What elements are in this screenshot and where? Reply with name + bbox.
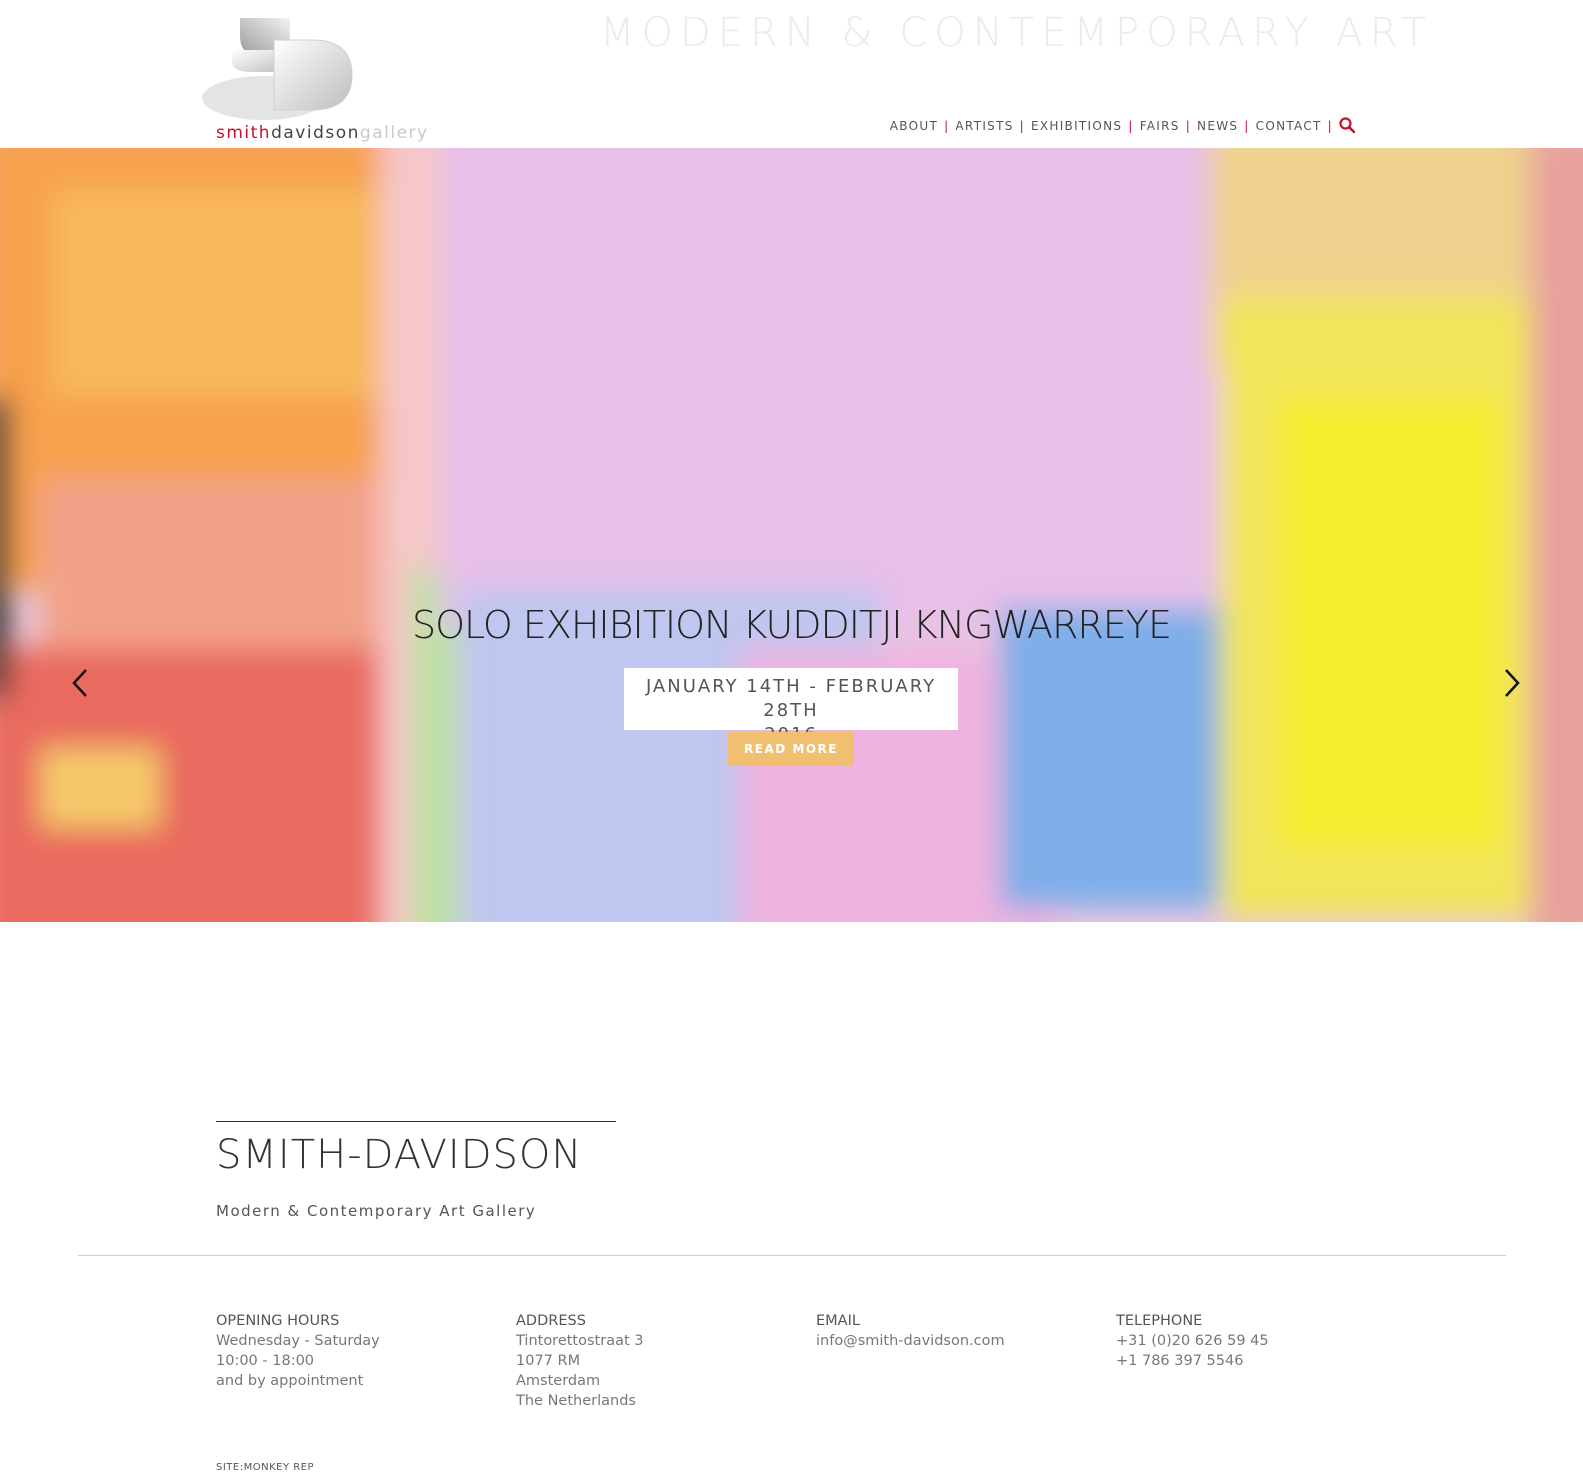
- logo-text-gallery: gallery: [359, 123, 429, 143]
- about-subtitle: Modern & Contemporary Art Gallery: [216, 1202, 537, 1220]
- read-more-button[interactable]: READ MORE: [728, 732, 854, 766]
- chevron-right-icon[interactable]: [1500, 666, 1524, 700]
- logo-text-smith: smith: [216, 123, 272, 143]
- address-line: Tintorettostraat 3: [516, 1333, 644, 1349]
- opening-hours-line: Wednesday - Saturday: [216, 1333, 380, 1349]
- telephone-line[interactable]: +1 786 397 5546: [1116, 1351, 1269, 1371]
- nav-fairs[interactable]: FAIRS: [1140, 119, 1180, 133]
- nav-exhibitions[interactable]: EXHIBITIONS: [1031, 119, 1122, 133]
- telephone-line[interactable]: +31 (0)20 626 59 45: [1116, 1331, 1269, 1351]
- footer-divider: [78, 1255, 1506, 1256]
- nav-separator: |: [1185, 119, 1192, 133]
- address-line: Amsterdam: [516, 1373, 601, 1389]
- nav-about[interactable]: ABOUT: [890, 119, 938, 133]
- email-heading: EMAIL: [816, 1313, 860, 1329]
- telephone-heading: TELEPHONE: [1116, 1313, 1203, 1329]
- footer-telephone: TELEPHONE +31 (0)20 626 59 45 +1 786 397…: [1116, 1311, 1269, 1371]
- search-icon[interactable]: [1339, 117, 1356, 136]
- address-heading: ADDRESS: [516, 1313, 586, 1329]
- email-link[interactable]: info@smith-davidson.com: [816, 1331, 1005, 1351]
- hero-date: JANUARY 14TH - FEBRUARY 28TH 2016: [624, 668, 958, 745]
- logo-mark: [202, 18, 353, 120]
- hero-title: SOLO EXHIBITION KUDDITJI KNGWARREYE: [411, 603, 1172, 647]
- nav-separator: |: [1128, 119, 1134, 133]
- main-nav: ABOUT | ARTISTS | EXHIBITIONS | FAIRS | NEWS | CON…: [890, 117, 1356, 136]
- site-credit-link[interactable]: SITE:MONKEY REP: [216, 1462, 314, 1473]
- nav-contact[interactable]: CONTACT: [1256, 119, 1322, 133]
- site-tagline: MODERN & CONTEMPORARY ART: [600, 10, 1434, 56]
- nav-news[interactable]: NEWS: [1197, 119, 1238, 133]
- nav-separator: |: [1019, 119, 1025, 133]
- footer-email: EMAIL info@smith-davidson.com: [816, 1311, 1005, 1351]
- chevron-left-icon[interactable]: [68, 666, 92, 700]
- about-title: SMITH-DAVIDSON: [216, 1132, 583, 1178]
- logo-text-davidson: davidson: [271, 123, 360, 143]
- nav-separator: |: [1327, 119, 1333, 133]
- opening-hours-line: and by appointment: [216, 1373, 364, 1389]
- nav-artists[interactable]: ARTISTS: [955, 119, 1013, 133]
- hero-date-line1: JANUARY 14TH - FEBRUARY 28TH: [645, 676, 937, 721]
- gallery-logo[interactable]: smithdavidsongallery: [202, 10, 432, 143]
- opening-hours-line: 10:00 - 18:00: [216, 1353, 315, 1369]
- footer-address: ADDRESS Tintorettostraat 3 1077 RM Amste…: [516, 1311, 643, 1411]
- hero-painting-image: [0, 148, 1583, 922]
- about-divider: [216, 1121, 616, 1122]
- opening-hours-heading: OPENING HOURS: [216, 1313, 340, 1329]
- nav-separator: |: [944, 119, 950, 133]
- hero-slider: SOLO EXHIBITION KUDDITJI KNGWARREYE JANU…: [0, 148, 1583, 922]
- address-line: The Netherlands: [516, 1393, 636, 1409]
- footer-opening-hours: OPENING HOURS Wednesday - Saturday 10:00…: [216, 1311, 380, 1391]
- address-line: 1077 RM: [516, 1353, 581, 1369]
- nav-separator: |: [1244, 119, 1250, 133]
